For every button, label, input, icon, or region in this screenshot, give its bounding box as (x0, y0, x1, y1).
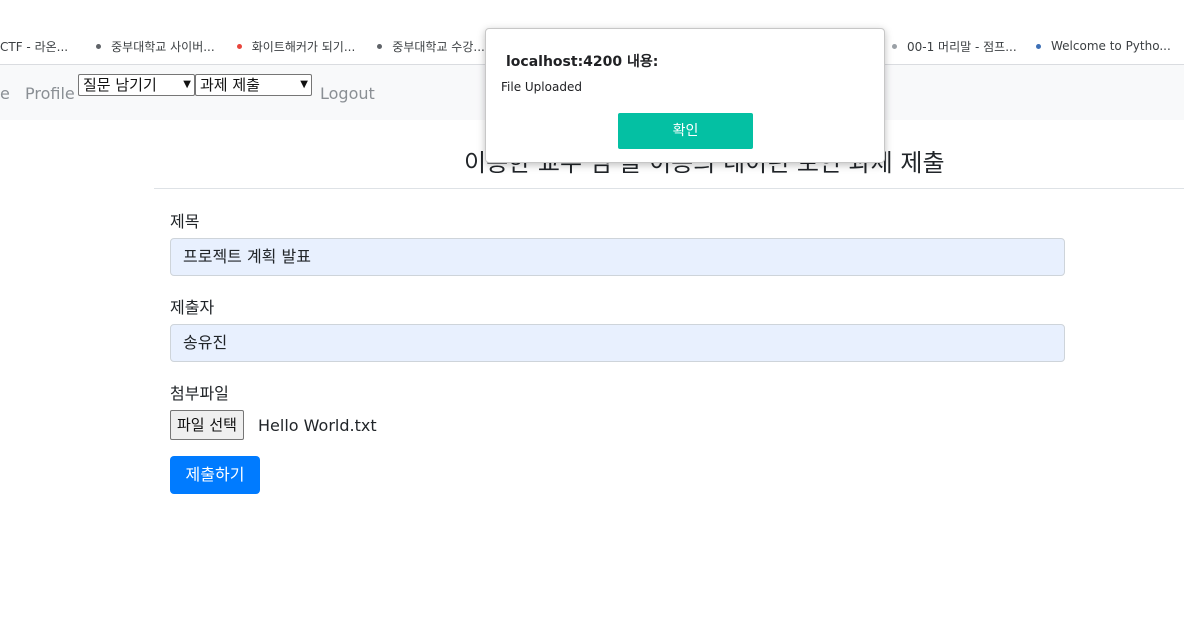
bookmark-item[interactable]: CTF - 라온... (0, 38, 68, 55)
nav-profile-link[interactable]: Profile (25, 84, 75, 103)
file-label: 첨부파일 (170, 384, 229, 403)
bookmark-item[interactable]: 중부대학교 사이버... (96, 38, 215, 55)
bookmark-item[interactable]: 00-1 머리말 - 점프... (892, 38, 1017, 55)
bookmark-dot-icon (1036, 43, 1041, 49)
bookmark-label: CTF - 라온... (0, 39, 69, 54)
bookmark-dot-icon (96, 43, 102, 49)
divider (154, 188, 1184, 189)
title-input[interactable]: 프로젝트 계획 발표 (170, 238, 1065, 276)
author-label: 제출자 (170, 298, 215, 317)
bookmark-dot-icon (892, 43, 897, 49)
bookmark-label: 중부대학교 수강... (392, 39, 485, 54)
file-select-button[interactable]: 파일 선택 (170, 410, 244, 440)
question-select[interactable]: 질문 남기기 ▼ (78, 74, 195, 96)
title-label: 제목 (170, 212, 200, 231)
bookmark-item[interactable]: 화이트해커가 되기... (236, 38, 356, 55)
bookmark-dot-icon (377, 43, 383, 49)
submit-button[interactable]: 제출하기 (170, 456, 260, 494)
author-input[interactable]: 송유진 (170, 324, 1065, 362)
bookmark-label: 중부대학교 사이버... (111, 39, 215, 54)
nav-logout-link[interactable]: Logout (320, 84, 375, 103)
dialog-title: localhost:4200 내용: (506, 54, 659, 70)
bookmark-label: 화이트해커가 되기... (251, 39, 356, 54)
alert-dialog: localhost:4200 내용: File Uploaded 확인 (485, 28, 885, 163)
selected-file-name: Hello World.txt (258, 416, 377, 435)
dialog-message: File Uploaded (501, 80, 582, 94)
dialog-ok-button[interactable]: 확인 (618, 113, 753, 149)
assignment-select-value: 과제 제출 (200, 76, 260, 94)
bookmark-label: 00-1 머리말 - 점프... (907, 39, 1017, 54)
chevron-down-icon: ▼ (183, 79, 191, 90)
chevron-down-icon: ▼ (300, 79, 308, 90)
nav-home-link[interactable]: e (0, 84, 10, 103)
bookmark-label: Welcome to Pytho... (1051, 39, 1171, 53)
bookmark-dot-icon (236, 43, 242, 49)
assignment-select[interactable]: 과제 제출 ▼ (195, 74, 312, 96)
question-select-value: 질문 남기기 (83, 76, 157, 94)
bookmark-item[interactable]: Welcome to Pytho... (1036, 39, 1171, 53)
bookmark-item[interactable]: 중부대학교 수강... (377, 38, 485, 55)
